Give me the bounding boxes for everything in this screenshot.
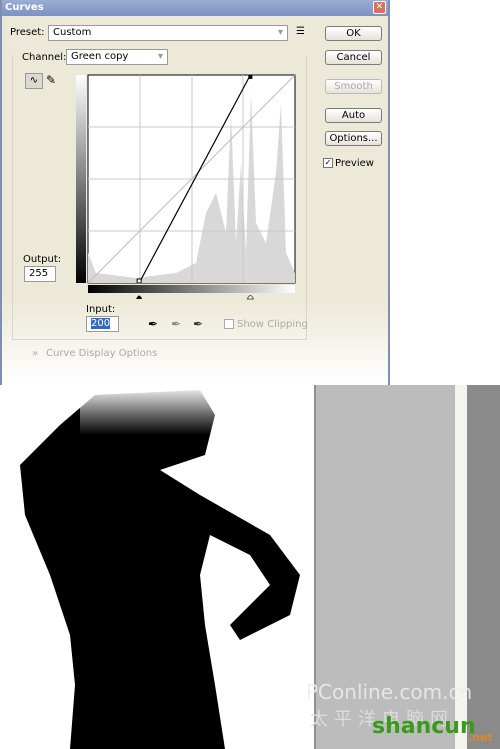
black-eyedropper-icon[interactable]: ✒	[148, 317, 158, 331]
auto-button[interactable]: Auto	[325, 108, 382, 123]
smooth-button[interactable]: Smooth	[325, 79, 382, 94]
preview-label: Preview	[335, 158, 374, 169]
input-value: 200	[91, 318, 111, 329]
image-preview: PConline.com.cn 太平洋电脑网 shancun .net	[0, 385, 500, 749]
curve-graph[interactable]	[76, 73, 298, 308]
curves-dialog: Curves ✕ Preset: Custom ▾ ☰ Channel: Gree…	[0, 0, 390, 385]
close-button[interactable]: ✕	[373, 1, 386, 14]
chevron-down-icon: ▾	[157, 51, 163, 62]
expand-icon[interactable]: »	[32, 348, 38, 359]
channel-label: Channel:	[22, 52, 67, 63]
shancun-net-logo: .net	[468, 731, 493, 744]
white-point-slider[interactable]	[246, 295, 255, 300]
preset-dropdown[interactable]: Custom ▾	[48, 25, 288, 41]
curve-point[interactable]	[136, 278, 142, 284]
curve-tool-icon[interactable]: ∿	[25, 73, 43, 89]
channel-value: Green copy	[71, 51, 129, 62]
show-clipping-label: Show Clipping	[237, 319, 308, 330]
ok-button[interactable]: OK	[325, 26, 382, 41]
pencil-icon[interactable]: ✎	[46, 73, 56, 87]
input-label: Input:	[86, 304, 116, 315]
channel-dropdown[interactable]: Green copy ▾	[66, 49, 168, 65]
pconline-watermark: PConline.com.cn	[306, 680, 473, 704]
output-label: Output:	[23, 254, 62, 265]
white-eyedropper-icon[interactable]: ✒	[193, 317, 203, 331]
cancel-button[interactable]: Cancel	[325, 50, 382, 65]
show-clipping-checkbox[interactable]	[224, 319, 234, 329]
output-gradient-bar	[76, 75, 86, 283]
preset-value: Custom	[53, 27, 92, 38]
chevron-down-icon: ▾	[277, 27, 283, 38]
curve-display-options[interactable]: Curve Display Options	[46, 348, 157, 359]
black-point-slider[interactable]	[136, 295, 143, 300]
preset-label: Preset:	[10, 27, 45, 38]
input-field[interactable]: 200	[86, 316, 119, 332]
output-value: 255	[29, 268, 49, 279]
shancun-logo: shancun	[372, 714, 476, 739]
gray-eyedropper-icon[interactable]: ✒	[171, 317, 181, 331]
options-button[interactable]: Options...	[325, 131, 382, 146]
output-field[interactable]: 255	[24, 266, 56, 282]
window-title: Curves	[5, 2, 44, 13]
input-gradient-bar	[88, 285, 295, 293]
preview-checkbox[interactable]: ✓	[323, 158, 333, 168]
title-bar: Curves ✕	[2, 0, 388, 16]
preset-options-icon[interactable]: ☰	[296, 26, 305, 37]
curve-point-selected[interactable]	[248, 75, 253, 79]
